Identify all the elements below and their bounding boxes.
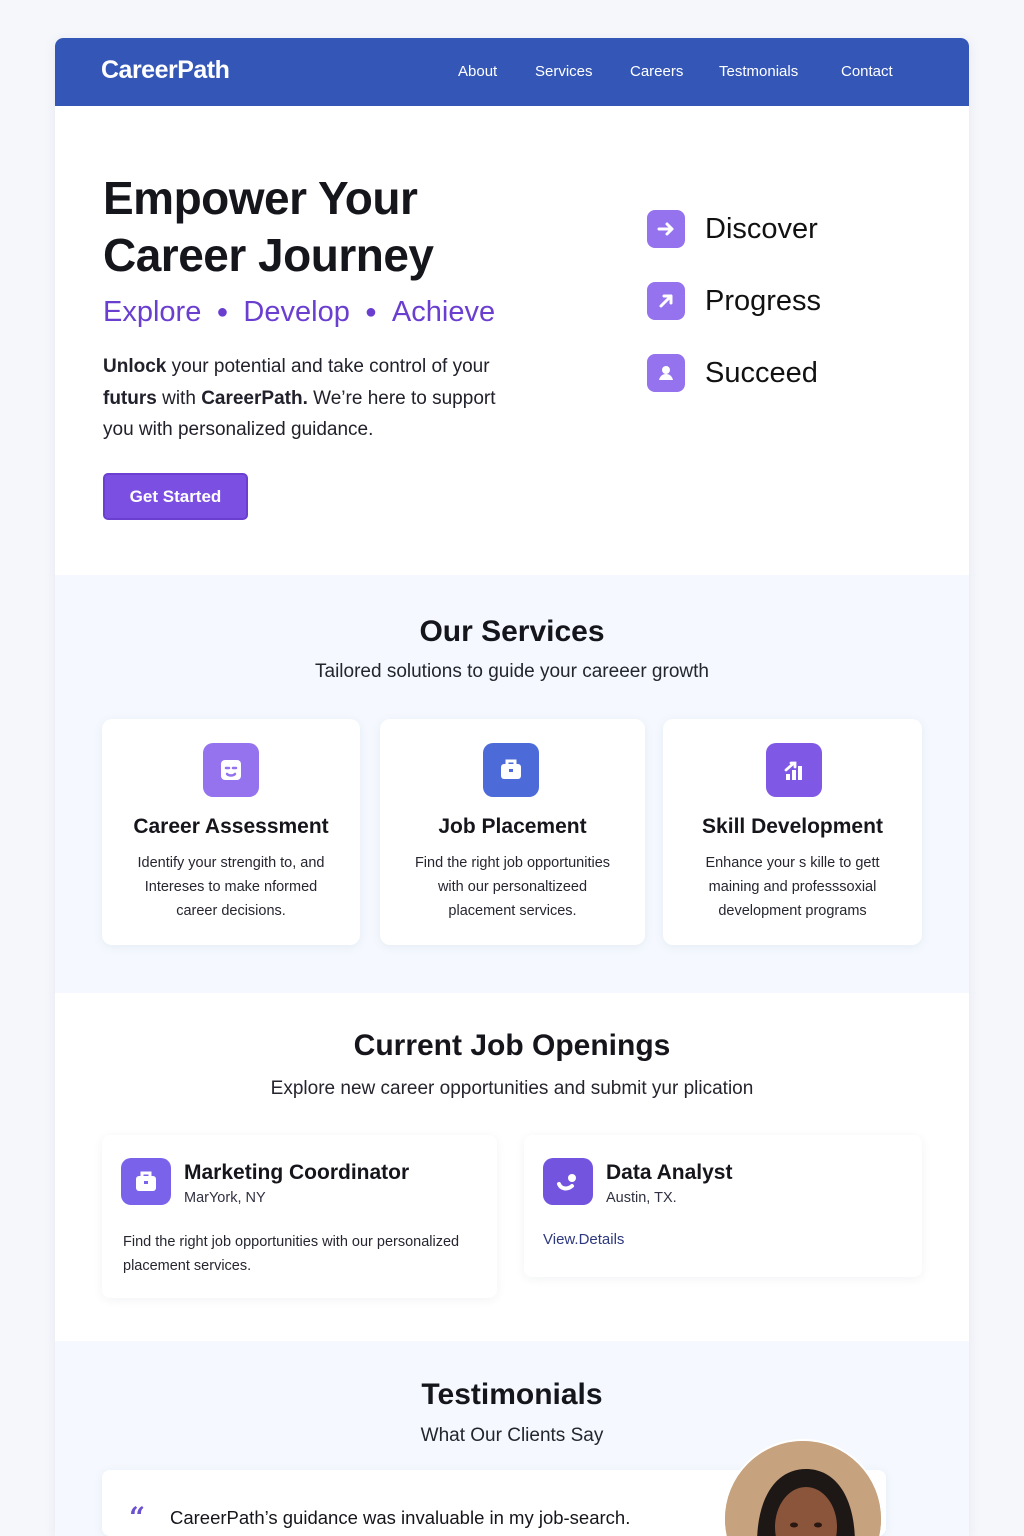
hero-title-line-2: Career Journey	[103, 229, 434, 281]
job-card-data-analyst[interactable]: Data Analyst Austin, TX. View.Details	[524, 1135, 922, 1277]
hero-tagline: Explore ● Develop ● Achieve	[103, 296, 573, 329]
job-location: MarYork, NY	[184, 1190, 266, 1206]
step-label: Discover	[705, 212, 818, 245]
step-label: Succeed	[705, 356, 818, 389]
service-title: Job Placement	[438, 815, 587, 838]
briefcase-icon	[121, 1158, 171, 1205]
hero-description-part: CareerPath.	[201, 387, 308, 409]
service-description: Identify your strengith to, and Interese…	[137, 855, 325, 919]
arrow-right-icon	[647, 210, 685, 248]
service-title: Skill Development	[702, 815, 883, 838]
service-card-career-assessment[interactable]: Career Assessment Identify your strengit…	[102, 719, 360, 945]
assessment-face-icon	[203, 743, 259, 797]
analytics-person-icon	[543, 1158, 593, 1205]
hero-description-part: with	[156, 387, 202, 409]
view-details-link[interactable]: View.Details	[543, 1231, 624, 1248]
step-label: Progress	[705, 284, 822, 317]
service-title: Career Assessment	[133, 815, 329, 838]
hero-description-part: Unlock	[103, 356, 167, 377]
service-card-job-placement[interactable]: Job Placement Find the right job opportu…	[380, 719, 645, 945]
job-title: Data Analyst	[606, 1161, 733, 1184]
service-card-skill-development[interactable]: Skill Development Enhance your s kille t…	[663, 719, 922, 945]
user-icon	[647, 354, 685, 392]
hero-description-part: your potential and take control of your	[166, 356, 490, 377]
service-description: Enhance your s kille to gett maining and…	[705, 855, 880, 919]
tagline-explore: Explore	[103, 296, 202, 328]
jobs-subtitle: Explore new career opportunities and sub…	[270, 1078, 754, 1099]
hero-description-part: futurs	[103, 387, 157, 409]
job-card-marketing-coordinator[interactable]: Marketing Coordinator MarYork, NY Find t…	[102, 1135, 497, 1298]
tagline-dot-separator: ●	[364, 301, 377, 323]
job-description: Find the right job opportunities with ou…	[123, 1234, 460, 1274]
testimonial-quote: CareerPath’s guidance was invaluable in …	[170, 1507, 631, 1528]
arrow-up-right-icon	[647, 282, 685, 320]
nav-about[interactable]: About	[458, 63, 497, 80]
job-title: Marketing Coordinator	[184, 1161, 410, 1184]
tagline-achieve: Achieve	[391, 296, 496, 328]
step-discover: Discover	[647, 210, 818, 248]
get-started-button[interactable]: Get Started	[103, 473, 248, 520]
brand-logo[interactable]: CareerPath	[101, 56, 230, 85]
testimonials-title: Testimonials	[421, 1378, 603, 1411]
page: CareerPath About Services Careers Testmo…	[55, 38, 969, 1536]
tagline-develop: Develop	[243, 296, 350, 328]
nav-services[interactable]: Services	[535, 63, 593, 80]
quote-icon: “	[129, 1501, 145, 1534]
hero-description: Unlock your potential and take control o…	[103, 351, 523, 446]
nav-testimonials[interactable]: Testmonials	[719, 63, 798, 80]
briefcase-icon	[483, 743, 539, 797]
hero-title: Empower Your Career Journey	[103, 170, 603, 284]
service-description: Find the right job opportunities with ou…	[414, 855, 611, 919]
nav-contact[interactable]: Contact	[841, 63, 893, 80]
services-subtitle: Tailored solutions to guide your careeer…	[315, 661, 709, 682]
growth-chart-icon	[766, 743, 822, 797]
step-progress: Progress	[647, 282, 821, 320]
top-navigation: CareerPath About Services Careers Testmo…	[55, 38, 969, 106]
nav-careers[interactable]: Careers	[630, 63, 683, 80]
hero-title-line-1: Empower Your	[103, 172, 418, 224]
job-location: Austin, TX.	[606, 1190, 677, 1206]
jobs-title: Current Job Openings	[353, 1029, 671, 1062]
step-succeed: Succeed	[647, 354, 818, 392]
services-title: Our Services	[419, 615, 605, 648]
tagline-dot-separator: ●	[216, 301, 229, 323]
